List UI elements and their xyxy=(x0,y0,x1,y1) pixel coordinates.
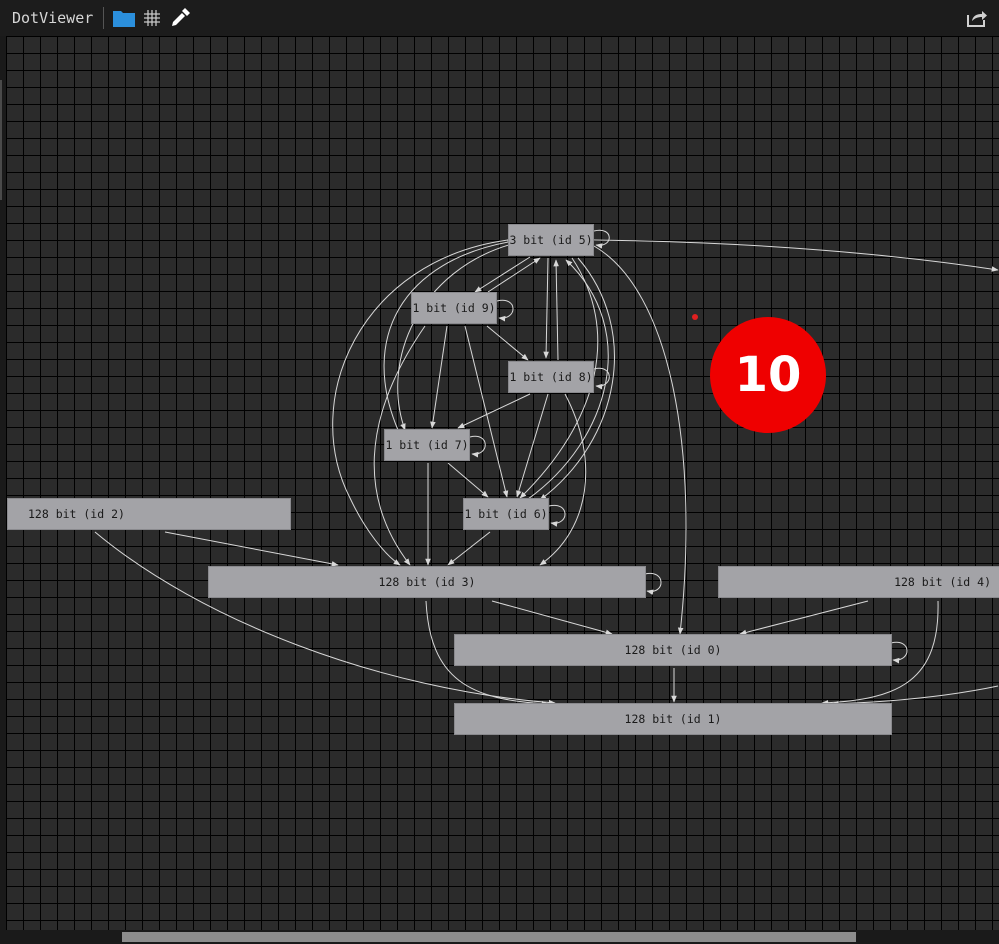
horizontal-scrollbar-thumb[interactable] xyxy=(122,932,856,942)
edge-4-0 xyxy=(739,600,869,636)
graph-node-id8[interactable]: 1 bit (id 8) xyxy=(508,361,594,393)
edge-5-4 xyxy=(593,239,999,272)
edge-self-7 xyxy=(469,435,486,458)
graph-edges xyxy=(94,229,999,707)
graph-node-id3[interactable]: 128 bit (id 3) xyxy=(208,566,646,598)
graph-node-id4[interactable]: 128 bit (id 4) xyxy=(718,566,999,598)
edge-9-7 xyxy=(430,325,448,429)
edge-3-0 xyxy=(491,600,613,636)
dotviewer-window: DotViewer 3 bit (id 5) 1 bit (id 9) 1 bi… xyxy=(0,0,999,944)
edge-9-6 xyxy=(464,325,509,498)
color-picker-button[interactable] xyxy=(166,4,194,32)
graph-node-id2[interactable]: 128 bit (id 2) xyxy=(7,498,291,530)
graph-node-id7[interactable]: 1 bit (id 7) xyxy=(384,429,470,461)
edge-5-9 xyxy=(474,256,531,293)
edge-offscreen-1 xyxy=(831,685,999,707)
edge-8-6 xyxy=(516,393,549,498)
edge-self-0 xyxy=(890,641,908,664)
edge-self-9 xyxy=(496,299,514,322)
toolbar-separator xyxy=(103,7,105,29)
eyedropper-icon xyxy=(172,8,191,26)
grid-toggle-button[interactable] xyxy=(138,4,166,32)
graph-canvas[interactable]: 3 bit (id 5) 1 bit (id 9) 1 bit (id 8) 1… xyxy=(6,36,999,930)
edge-7-5 xyxy=(383,239,515,431)
edge-9-8 xyxy=(486,325,529,361)
edge-self-3 xyxy=(644,572,662,596)
folder-icon xyxy=(113,11,136,27)
edge-2-3 xyxy=(164,531,339,567)
open-folder-button[interactable] xyxy=(110,4,138,32)
toolbar: DotViewer xyxy=(0,0,999,37)
grid-icon xyxy=(144,10,161,26)
edge-8-7 xyxy=(457,393,531,429)
graph-node-id1[interactable]: 128 bit (id 1) xyxy=(454,703,892,735)
edge-8-5 xyxy=(553,259,559,361)
edge-7-6 xyxy=(447,462,489,498)
edge-6-3 xyxy=(447,531,491,566)
export-button[interactable] xyxy=(963,4,991,32)
share-icon xyxy=(967,11,987,27)
left-panel-splitter[interactable] xyxy=(0,80,2,200)
app-title: DotViewer xyxy=(12,9,94,27)
edge-5-8 xyxy=(543,257,549,359)
edge-self-6 xyxy=(548,504,566,527)
edge-self-5 xyxy=(593,229,610,249)
graph-node-id5[interactable]: 3 bit (id 5) xyxy=(508,224,594,256)
edge-5-7 xyxy=(397,243,513,431)
cursor-marker xyxy=(692,314,698,320)
edge-9-5 xyxy=(487,257,541,293)
graph-node-id9[interactable]: 1 bit (id 9) xyxy=(411,292,497,324)
horizontal-scrollbar[interactable] xyxy=(0,930,999,944)
graph-node-id6[interactable]: 1 bit (id 6) xyxy=(463,498,549,530)
edge-2-1 xyxy=(94,531,556,706)
step-number-badge: 10 xyxy=(710,317,826,433)
graph-node-id0[interactable]: 128 bit (id 0) xyxy=(454,634,892,666)
